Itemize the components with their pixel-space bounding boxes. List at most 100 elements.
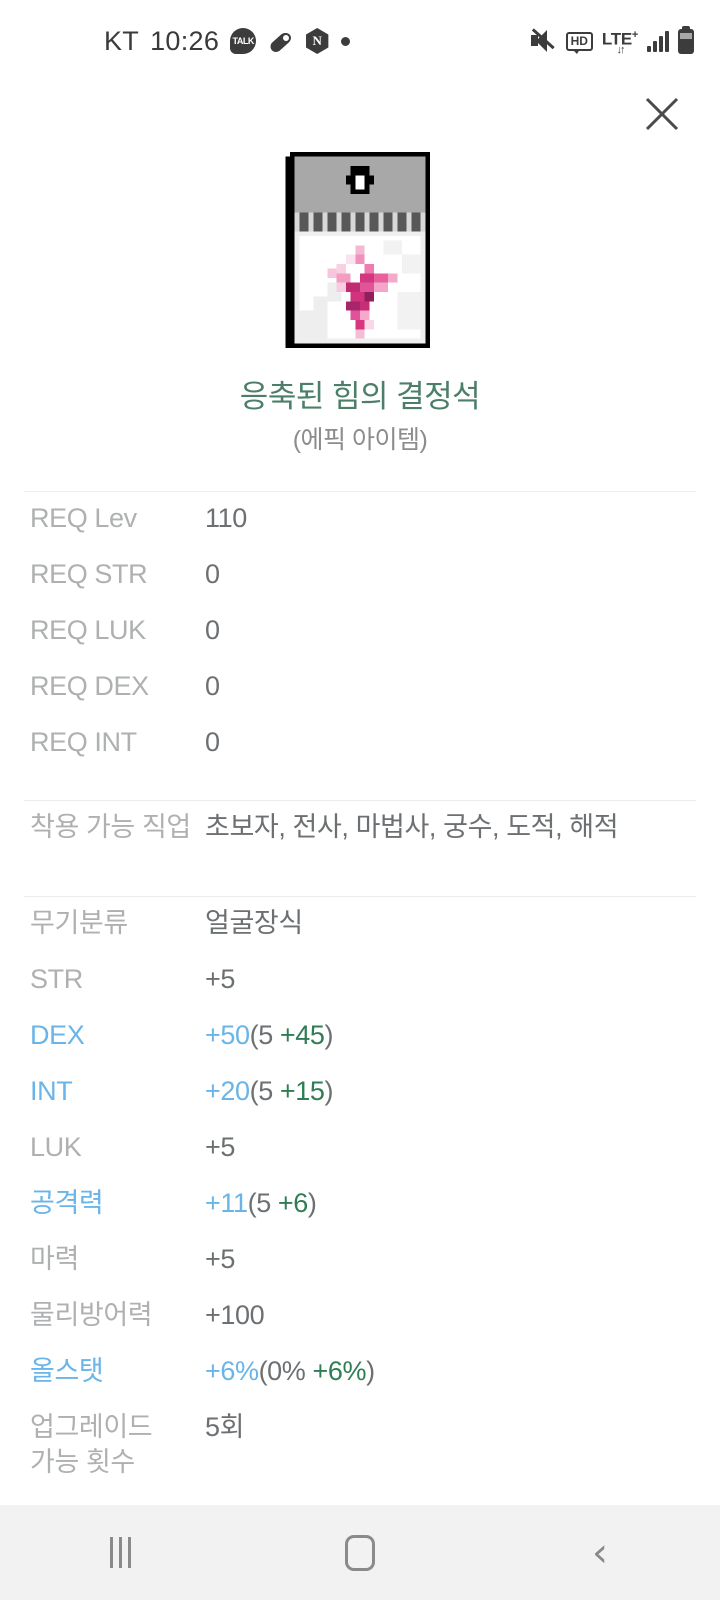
job-section: 착용 가능 직업 초보자, 전사, 마법사, 궁수, 도적, 해적 — [0, 810, 720, 866]
stat-row: 공격력 +11(5 +6) — [0, 1186, 720, 1242]
hd-voice-icon: HD — [565, 31, 593, 54]
stat-row: 무기분류 얼굴장식 — [0, 906, 720, 962]
stat-row: 올스탯 +6%(0% +6%) — [0, 1354, 720, 1410]
stat-value-main: +20 — [205, 1076, 250, 1106]
system-nav-bar: ‹ — [0, 1505, 720, 1600]
stat-label: INT — [30, 1076, 73, 1106]
stat-value-base: (5 — [247, 1188, 278, 1218]
stat-value-main: +11 — [205, 1188, 248, 1218]
phone-screen: KT 10:26 TALK N HD LTE+ ↓↑ 응축된 힘의 결정석 (에… — [0, 0, 720, 1600]
signal-bars-icon — [647, 30, 669, 52]
stat-row: REQ INT 0 — [0, 725, 720, 781]
stat-label: 무기분류 — [30, 908, 128, 938]
stats-section: 무기분류 얼굴장식 STR +5 DEX +50(5 +45) INT +20(5 +15) L… — [0, 906, 720, 1479]
stat-label: 공격력 — [30, 1188, 104, 1218]
home-icon — [345, 1534, 375, 1571]
requirements-section: REQ Lev 110 REQ STR 0 REQ LUK 0 REQ DEX 0 REQ IN… — [0, 501, 720, 781]
stat-value-paren-close: ) — [307, 1188, 317, 1218]
recents-icon — [109, 1537, 131, 1568]
stat-value-main: +50 — [205, 1020, 250, 1050]
back-button[interactable]: ‹ — [480, 1533, 720, 1573]
kakaotalk-icon: TALK — [230, 28, 257, 54]
stat-label: LUK — [30, 1132, 82, 1162]
stat-row: LUK +5 — [0, 1130, 720, 1186]
stat-value-base: (0% — [258, 1356, 313, 1386]
recents-button[interactable] — [0, 1537, 240, 1568]
stat-row: DEX +50(5 +45) — [0, 1018, 720, 1074]
status-bar-left: KT 10:26 TALK N — [104, 25, 351, 57]
stat-label: 업그레이드 가능 횟수 — [30, 1412, 153, 1477]
stat-value: +11(5 +6) — [205, 1186, 317, 1221]
stat-row: 업그레이드 가능 횟수 5회 — [0, 1410, 720, 1479]
stat-label: 올스탯 — [30, 1356, 104, 1386]
stat-row: REQ DEX 0 — [0, 669, 720, 725]
stat-label: REQ Lev — [30, 503, 137, 533]
stat-value: +6%(0% +6%) — [205, 1354, 375, 1389]
lte-arrows: ↓↑ — [616, 44, 625, 57]
stat-label: STR — [30, 964, 83, 994]
stat-row: REQ LUK 0 — [0, 613, 720, 669]
stat-label: 착용 가능 직업 — [30, 812, 191, 842]
crystal-item-icon — [285, 152, 430, 348]
stat-value: +5 — [205, 964, 235, 994]
kakaotalk-icon-label: TALK — [232, 36, 255, 46]
stat-row: 착용 가능 직업 초보자, 전사, 마법사, 궁수, 도적, 해적 — [0, 810, 720, 866]
item-grade: (에픽 아이템) — [292, 426, 428, 454]
stat-row: 물리방어력 +100 — [0, 1298, 720, 1354]
item-name: 응축된 힘의 결정석 — [239, 379, 481, 414]
stat-value: 0 — [205, 727, 220, 757]
stat-row: STR +5 — [0, 962, 720, 1018]
stat-value-bonus: +15 — [279, 1076, 325, 1106]
divider-top — [24, 491, 696, 492]
stat-value-base: (5 — [249, 1020, 280, 1050]
stat-value: +50(5 +45) — [205, 1018, 334, 1053]
item-icon-container — [0, 152, 720, 348]
stat-value-bonus: +45 — [279, 1020, 325, 1050]
stat-value: 110 — [205, 503, 247, 533]
stat-label: REQ INT — [30, 727, 137, 757]
stat-row: INT +20(5 +15) — [0, 1074, 720, 1130]
stat-value: 얼굴장식 — [205, 908, 303, 938]
stat-value-paren-close: ) — [324, 1076, 334, 1106]
stat-value-paren-close: ) — [366, 1356, 375, 1386]
naver-icon: N — [306, 28, 329, 54]
home-button[interactable] — [240, 1534, 480, 1571]
naver-icon-label: N — [312, 33, 322, 48]
stat-label: DEX — [30, 1020, 85, 1050]
carrier-label: KT — [104, 25, 140, 56]
stat-label: REQ STR — [30, 559, 148, 589]
stat-value: 0 — [205, 615, 220, 645]
back-icon: ‹ — [592, 1529, 608, 1576]
stat-value: 초보자, 전사, 마법사, 궁수, 도적, 해적 — [205, 812, 619, 842]
battery-icon — [678, 25, 694, 54]
stat-value-bonus: +6 — [277, 1188, 308, 1218]
status-bar: KT 10:26 TALK N HD LTE+ ↓↑ — [0, 0, 720, 82]
stat-label: 물리방어력 — [30, 1300, 153, 1330]
divider-middle — [24, 800, 696, 801]
close-button[interactable] — [630, 82, 694, 146]
stat-value-bonus: +6% — [312, 1356, 367, 1386]
stat-value: +5 — [205, 1132, 235, 1162]
divider-bottom — [24, 896, 696, 897]
lte-plus-icon: LTE+ ↓↑ — [602, 27, 638, 56]
stat-label: REQ DEX — [30, 671, 149, 701]
stat-value: 5회 — [205, 1412, 245, 1442]
mute-icon — [530, 28, 557, 53]
stat-value-paren-close: ) — [324, 1020, 334, 1050]
status-bar-right: HD LTE+ ↓↑ — [530, 25, 694, 56]
stat-value: 0 — [205, 671, 220, 701]
stat-value-main: +6% — [205, 1356, 259, 1386]
stat-row: 마력 +5 — [0, 1242, 720, 1298]
stat-label: REQ LUK — [30, 615, 146, 645]
stat-row: REQ STR 0 — [0, 557, 720, 613]
stat-value: +5 — [205, 1244, 235, 1274]
stat-value: +100 — [205, 1300, 265, 1330]
stat-value: +20(5 +15) — [205, 1074, 334, 1109]
stat-value-base: (5 — [249, 1076, 280, 1106]
stat-label: 마력 — [30, 1244, 79, 1274]
pill-icon — [267, 28, 293, 54]
stat-value: 0 — [205, 559, 220, 589]
clock-label: 10:26 — [150, 25, 220, 56]
dot-icon — [341, 36, 351, 46]
stat-row: REQ Lev 110 — [0, 501, 720, 557]
